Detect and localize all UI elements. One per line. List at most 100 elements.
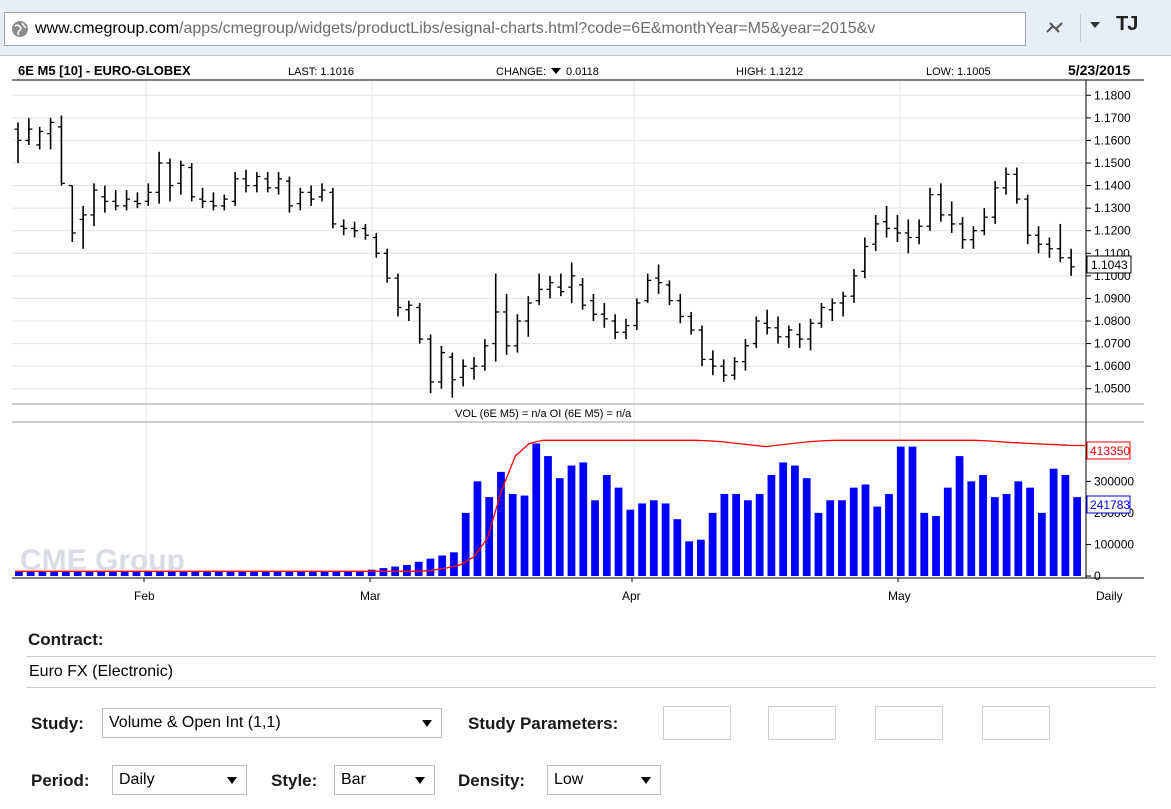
volume-bar [744,500,752,576]
volume-bar [649,500,658,576]
volume-bar [308,571,317,576]
study-label: Study: [31,714,84,733]
period-select-value: Daily [119,771,155,788]
volume-bar [320,571,329,576]
volume-bar [109,571,117,576]
volume-bar [896,446,905,576]
volume-bar [156,571,164,576]
volume-bar [732,493,741,576]
volume-bar [767,475,776,576]
volume-bar [861,484,870,576]
volume-bar [438,555,447,576]
volume-bar [85,571,94,576]
volume-bar [555,478,564,576]
study-parameters-label: Study Parameters: [468,714,619,733]
volume-bar [62,571,70,576]
volume-bar [826,500,835,576]
toolbar-separator [1080,14,1081,42]
volume-bar [932,516,940,576]
price-tick-label: 1.1400 [1094,179,1131,193]
volume-bar [144,571,153,576]
volume-bar [261,571,270,576]
volume-tick-label: 0 [1094,569,1101,583]
volume-bar [885,493,893,576]
volume-bar [814,512,823,576]
volume-bar [1002,493,1011,576]
volume-bar [414,561,423,576]
chevron-down-icon [415,777,425,784]
volume-bar [297,571,305,576]
study-param-input-2[interactable] [768,706,836,740]
volume-bar [97,571,106,576]
volume-bar [403,564,411,576]
volume-bar [203,571,211,576]
volume-bar [26,571,35,576]
volume-bar [73,571,82,576]
volume-bar [802,478,811,576]
chart-high: HIGH: 1.1212 [736,66,803,78]
last-price-label: 1.1043 [1091,258,1128,272]
price-tick-label: 1.0600 [1094,359,1131,373]
browser-toolbar: www.cmegroup.com/apps/cmegroup/widgets/p… [0,0,1171,56]
style-select[interactable]: Bar [334,765,435,795]
density-label: Density: [458,771,526,790]
study-param-input-1[interactable] [663,706,731,740]
volume-bar [696,539,705,576]
volume-bar [638,503,646,576]
price-tick-label: 1.0800 [1094,314,1131,328]
chevron-down-icon[interactable] [1090,22,1100,28]
volume-bar [685,541,693,576]
volume-bar [579,462,588,576]
chart-symbol: 6E M5 [10] - EURO-GLOBEX [18,63,191,78]
volume-bar [661,503,670,576]
volume-bar [544,456,552,576]
study-param-input-4[interactable] [982,706,1050,740]
volume-bar [626,509,635,576]
volume-bar [1061,475,1070,576]
period-select[interactable]: Daily [112,765,247,795]
volume-bar [532,443,541,576]
volume-bar [450,552,458,576]
volume-bar [485,497,494,576]
price-tick-label: 1.1200 [1094,224,1131,238]
pin-icon[interactable] [1044,18,1064,38]
chart-change-value: 0.0118 [566,66,599,78]
volume-bar [214,571,223,576]
contract-field[interactable]: Euro FX (Electronic) [26,656,1156,688]
volume-bar [167,571,176,576]
address-bar[interactable]: www.cmegroup.com/apps/cmegroup/widgets/p… [4,12,1026,46]
globe-icon [12,21,28,37]
volume-bar [285,571,294,576]
volume-bar [50,571,59,576]
contract-label: Contract: [28,630,104,649]
volume-bar [838,500,846,576]
volume-bar [1026,487,1034,576]
url-text: www.cmegroup.com/apps/cmegroup/widgets/p… [35,20,876,37]
study-select[interactable]: Volume & Open Int (1,1) [102,708,442,738]
volume-bar [38,571,47,576]
volume-bar [591,500,599,576]
price-tick-label: 1.0700 [1094,337,1131,351]
volume-bar [567,465,576,576]
volume-bar [920,512,929,576]
volume-bar [179,571,188,576]
x-axis-label: Daily [1096,589,1123,603]
volume-bar [908,446,917,576]
style-select-value: Bar [341,771,366,788]
volume-bar [720,493,729,576]
volume-bar [979,475,987,576]
volume-bar [673,519,682,576]
study-param-input-3[interactable] [875,706,943,740]
volume-bar [755,493,764,576]
volume-bar [15,571,23,576]
volume-bar [379,568,388,576]
density-select[interactable]: Low [547,765,661,795]
volume-tick-label: 300000 [1094,474,1134,488]
profile-initials[interactable]: TJ [1116,13,1138,36]
volume-bar [273,571,282,576]
chart-change-label: CHANGE: [496,66,546,78]
x-axis-label: May [888,589,911,603]
volume-bar [602,475,611,576]
x-axis-label: Mar [360,589,381,603]
chart-settings-form: Contract: Euro FX (Electronic) Study: Vo… [0,610,1171,809]
